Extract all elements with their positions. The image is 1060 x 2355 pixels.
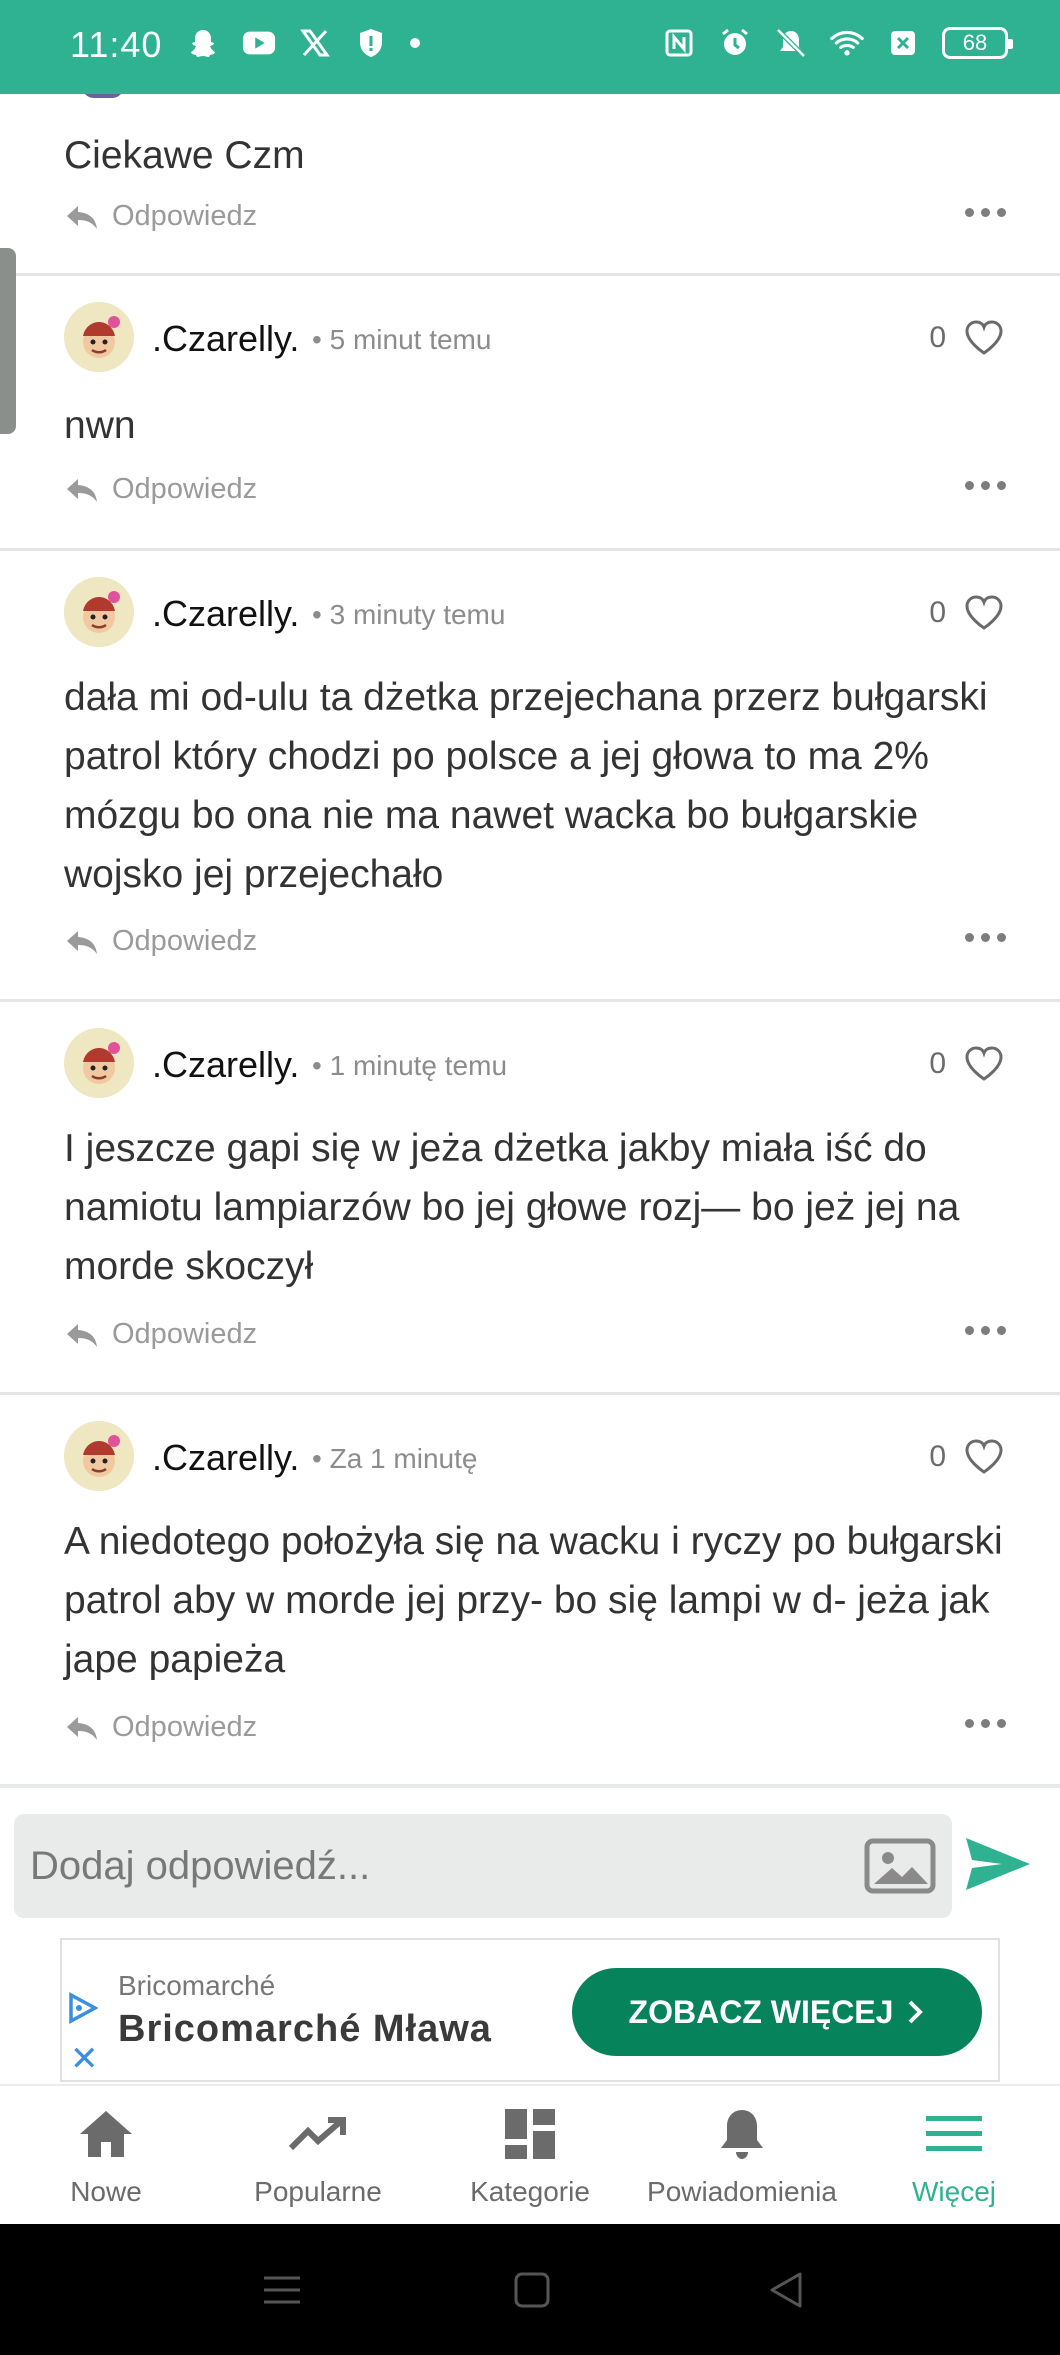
trending-icon bbox=[288, 2104, 348, 2164]
reply-label: Odpowiedz bbox=[112, 1318, 258, 1350]
reply-button[interactable]: Odpowiedz bbox=[64, 200, 257, 233]
alarm-icon bbox=[718, 26, 752, 60]
categories-icon bbox=[500, 2104, 560, 2164]
ad-cta-label: ZOBACZ WIĘCEJ bbox=[628, 1993, 894, 2030]
status-time: 11:40 bbox=[70, 24, 163, 65]
ad-title: Bricomarché Mława bbox=[118, 2008, 492, 2050]
more-options-icon[interactable] bbox=[965, 208, 1006, 217]
heart-icon[interactable] bbox=[964, 1046, 1004, 1082]
more-options-icon[interactable] bbox=[965, 481, 1006, 490]
ad-banner[interactable]: ✕ Bricomarché Bricomarché Mława ZOBACZ W… bbox=[60, 1938, 1000, 2082]
comment-item: .Czarelly. • Za 1 minutę 0 A niedotego p… bbox=[0, 1395, 1060, 1784]
battery-level: 68 bbox=[962, 30, 988, 55]
comment-text: nwn bbox=[64, 404, 136, 447]
reply-icon bbox=[67, 930, 97, 954]
snapchat-icon bbox=[186, 26, 220, 60]
nav-label: Popularne bbox=[254, 2176, 382, 2207]
like-count: 0 bbox=[929, 321, 946, 354]
like-count: 0 bbox=[929, 596, 946, 629]
reply-button[interactable]: Odpowiedz bbox=[64, 1318, 257, 1351]
avatar[interactable] bbox=[64, 302, 134, 372]
youtube-icon bbox=[242, 26, 276, 60]
battery-icon: 68 bbox=[942, 27, 1013, 59]
comment-username[interactable]: .Czarelly. bbox=[152, 593, 299, 635]
nfc-icon bbox=[662, 26, 696, 60]
like-count: 0 bbox=[929, 1047, 946, 1080]
comment-time: • 5 minut temu bbox=[312, 324, 492, 355]
heart-icon[interactable] bbox=[964, 320, 1004, 356]
reply-icon bbox=[67, 205, 97, 229]
bell-icon bbox=[712, 2104, 772, 2164]
comment-username[interactable]: .Czarelly. bbox=[152, 318, 299, 360]
reply-button[interactable]: Odpowiedz bbox=[64, 925, 257, 958]
nav-label: Nowe bbox=[70, 2176, 142, 2207]
divider bbox=[0, 1784, 1060, 1788]
nav-label: Powiadomienia bbox=[647, 2176, 837, 2207]
ad-cta-button[interactable]: ZOBACZ WIĘCEJ bbox=[572, 1968, 982, 2056]
avatar[interactable] bbox=[64, 577, 134, 647]
comment-username[interactable]: .Czarelly. bbox=[152, 1044, 299, 1086]
home-button-icon[interactable] bbox=[510, 2268, 554, 2312]
reply-label: Odpowiedz bbox=[112, 925, 258, 957]
send-icon[interactable] bbox=[964, 1834, 1032, 1894]
comment-time: • 3 minuty temu bbox=[312, 599, 506, 630]
comment-list[interactable]: Ciekawe Czm Odpowiedz .Czarelly. • 5 min… bbox=[0, 94, 1060, 1788]
avatar[interactable] bbox=[64, 1028, 134, 1098]
bottom-nav: Nowe Popularne Kategorie Powiadomienia W… bbox=[0, 2084, 1060, 2224]
notification-dot-icon bbox=[410, 38, 420, 48]
nav-item-kategorie[interactable]: Kategorie bbox=[424, 2086, 636, 2224]
nav-item-popularne[interactable]: Popularne bbox=[212, 2086, 424, 2224]
reply-button[interactable]: Odpowiedz bbox=[64, 473, 257, 506]
more-options-icon[interactable] bbox=[965, 933, 1006, 942]
heart-icon[interactable] bbox=[964, 595, 1004, 631]
x-icon bbox=[298, 26, 332, 60]
menu-icon bbox=[924, 2104, 984, 2164]
ad-advertiser: Bricomarché bbox=[118, 1970, 276, 2001]
reply-icon bbox=[67, 478, 97, 502]
more-options-icon[interactable] bbox=[965, 1326, 1006, 1335]
nav-item-powiadomienia[interactable]: Powiadomienia bbox=[636, 2086, 848, 2224]
nav-label: Więcej bbox=[911, 2176, 996, 2207]
reply-label: Odpowiedz bbox=[112, 473, 258, 505]
chevron-right-icon bbox=[909, 2000, 924, 2024]
comment-text: A niedotego położyła się na wacku i rycz… bbox=[64, 1520, 1003, 1681]
comment-username[interactable]: .Czarelly. bbox=[152, 1437, 299, 1479]
reply-label: Odpowiedz bbox=[112, 1711, 258, 1743]
comment-item: .Czarelly. • 3 minuty temu 0 dała mi od-… bbox=[0, 551, 1060, 1002]
comment-time: • 1 minutę temu bbox=[312, 1050, 508, 1081]
like-count: 0 bbox=[929, 1440, 946, 1473]
comment-text: I jeszcze gapi się w jeża dżetka jakby m… bbox=[64, 1127, 960, 1288]
comment-text: Ciekawe Czm bbox=[64, 134, 305, 177]
ad-close-icon[interactable]: ✕ bbox=[70, 2042, 99, 2076]
ad-choices-icon[interactable] bbox=[66, 1992, 98, 2024]
nav-item-nowe[interactable]: Nowe bbox=[0, 2086, 212, 2224]
wifi-icon bbox=[830, 26, 864, 60]
reply-button[interactable]: Odpowiedz bbox=[64, 1711, 257, 1744]
avatar[interactable] bbox=[64, 1421, 134, 1491]
comment-item: .Czarelly. • 5 minut temu 0 nwn Odpowied… bbox=[0, 276, 1060, 551]
sim-off-icon bbox=[886, 26, 920, 60]
reply-placeholder: Dodaj odpowiedź... bbox=[30, 1844, 371, 1888]
scroll-handle[interactable] bbox=[0, 248, 16, 434]
shield-icon bbox=[354, 26, 388, 60]
reply-label: Odpowiedz bbox=[112, 200, 258, 232]
status-bar: 11:40 68 bbox=[0, 0, 1060, 94]
image-icon[interactable] bbox=[864, 1838, 936, 1894]
back-icon[interactable] bbox=[764, 2268, 808, 2312]
heart-icon[interactable] bbox=[964, 1439, 1004, 1475]
comment-item: .Czarelly. • 1 minutę temu 0 I jeszcze g… bbox=[0, 1002, 1060, 1395]
nav-item-wiecej[interactable]: Więcej bbox=[848, 2086, 1060, 2224]
mute-icon bbox=[774, 26, 808, 60]
reply-input[interactable]: Dodaj odpowiedź... bbox=[14, 1814, 952, 1918]
system-nav-bar bbox=[0, 2224, 1060, 2355]
comment-text: dała mi od-ulu ta dżetka przejechana prz… bbox=[64, 676, 988, 896]
comment-time: • Za 1 minutę bbox=[312, 1443, 478, 1474]
reply-icon bbox=[67, 1323, 97, 1347]
comment-item: Ciekawe Czm Odpowiedz bbox=[0, 94, 1060, 276]
more-options-icon[interactable] bbox=[965, 1719, 1006, 1728]
reply-icon bbox=[67, 1716, 97, 1740]
nav-label: Kategorie bbox=[470, 2176, 590, 2207]
home-icon bbox=[76, 2104, 136, 2164]
recents-icon[interactable] bbox=[260, 2268, 304, 2312]
